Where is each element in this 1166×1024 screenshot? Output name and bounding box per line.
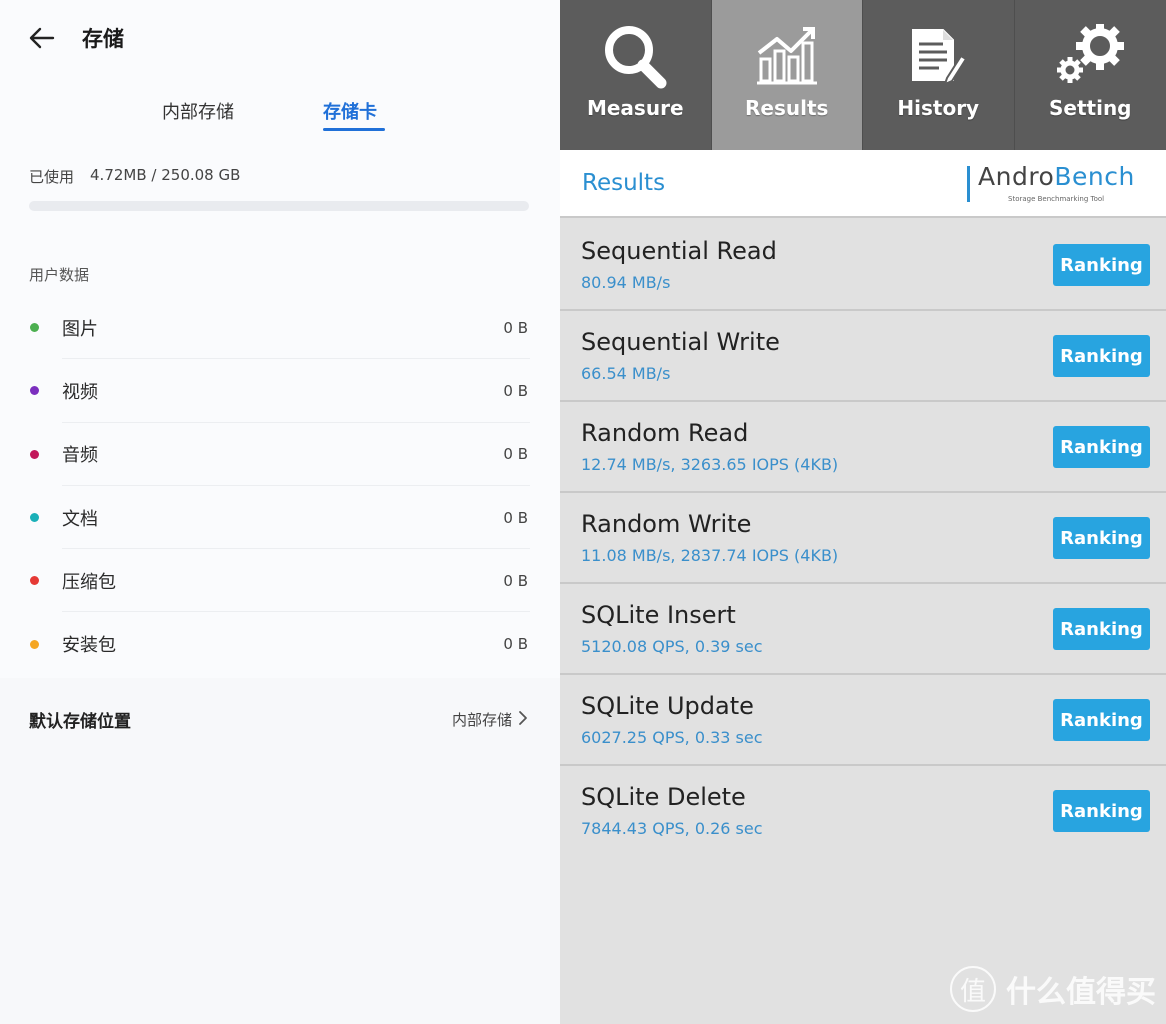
- result-name: SQLite Delete: [581, 783, 746, 811]
- ranking-button[interactable]: Ranking: [1053, 426, 1150, 468]
- result-row: SQLite Insert 5120.08 QPS, 0.39 sec Rankin…: [560, 584, 1166, 675]
- ranking-button[interactable]: Ranking: [1053, 790, 1150, 832]
- storage-panel: 存储 内部存储 存储卡 已使用 4.72MB / 250.08 GB 用户数据 …: [0, 0, 560, 1024]
- result-row: Random Read 12.74 MB/s, 3263.65 IOPS (4KB…: [560, 402, 1166, 493]
- category-item[interactable]: 文档 0 B: [0, 486, 560, 550]
- chevron-right-icon: [518, 710, 528, 730]
- usage-progress-bar: [29, 201, 529, 211]
- page-title: 存储: [82, 27, 124, 51]
- category-dot: [30, 639, 39, 649]
- androbench-logo: AndroBench Storage Benchmarking Tool: [964, 162, 1144, 206]
- category-label: 音频: [62, 445, 98, 467]
- usage-label: 已使用: [29, 168, 75, 186]
- logo-bar: [967, 166, 970, 202]
- category-item[interactable]: 压缩包 0 B: [0, 549, 560, 613]
- category-label: 视频: [62, 381, 98, 403]
- category-label: 文档: [62, 508, 98, 530]
- result-value: 66.54 MB/s: [581, 364, 671, 383]
- result-value: 6027.25 QPS, 0.33 sec: [581, 728, 763, 747]
- category-dot: [30, 323, 39, 333]
- measure-button[interactable]: Measure: [560, 0, 712, 150]
- watermark-logo: 值: [950, 966, 996, 1012]
- tab-internal-storage[interactable]: 内部存储: [162, 98, 234, 124]
- default-location-value: 内部存储: [451, 710, 512, 729]
- history-icon: [902, 22, 974, 90]
- category-dot: [30, 449, 39, 459]
- header: 存储: [28, 18, 124, 58]
- result-value: 11.08 MB/s, 2837.74 IOPS (4KB): [581, 546, 839, 565]
- result-row: SQLite Delete 7844.43 QPS, 0.26 sec Rankin…: [560, 766, 1166, 857]
- result-name: Random Write: [581, 510, 752, 538]
- result-row: Sequential Write 66.54 MB/s Ranking: [560, 311, 1166, 402]
- category-dot: [30, 386, 39, 396]
- result-name: SQLite Insert: [581, 601, 736, 629]
- category-item[interactable]: 视频 0 B: [0, 359, 560, 423]
- result-row: Random Write 11.08 MB/s, 2837.74 IOPS (4K…: [560, 493, 1166, 584]
- androbench-toolbar: Measure Results History Setting: [560, 0, 1166, 150]
- watermark-text: 什么值得买: [1006, 975, 1156, 1010]
- result-name: SQLite Update: [581, 692, 754, 720]
- category-dot: [30, 513, 39, 523]
- default-storage-location-row[interactable]: 默认存储位置 内部存储: [0, 690, 560, 748]
- category-size: 0 B: [503, 318, 528, 337]
- ranking-button[interactable]: Ranking: [1053, 608, 1150, 650]
- measure-label: Measure: [586, 96, 684, 120]
- ranking-button[interactable]: Ranking: [1053, 335, 1150, 377]
- chart-icon: [751, 22, 823, 90]
- history-button[interactable]: History: [863, 0, 1015, 150]
- result-name: Sequential Write: [581, 328, 780, 356]
- ranking-button[interactable]: Ranking: [1053, 699, 1150, 741]
- results-title: Results: [582, 170, 666, 196]
- storage-card: 存储 内部存储 存储卡 已使用 4.72MB / 250.08 GB 用户数据 …: [0, 0, 560, 678]
- results-button[interactable]: Results: [711, 0, 863, 150]
- gear-icon: [1054, 22, 1126, 90]
- ranking-button[interactable]: Ranking: [1053, 517, 1150, 559]
- category-size: 0 B: [503, 445, 528, 464]
- category-item[interactable]: 图片 0 B: [0, 296, 560, 360]
- result-name: Random Read: [581, 419, 749, 447]
- result-row: SQLite Update 6027.25 QPS, 0.33 sec Rankin…: [560, 675, 1166, 766]
- history-label: History: [897, 96, 980, 120]
- category-label: 安装包: [62, 635, 116, 657]
- category-item[interactable]: 安装包 0 B: [0, 612, 560, 675]
- logo-text: AndroBench: [978, 162, 1135, 191]
- usage-summary: 已使用 4.72MB / 250.08 GB: [29, 166, 240, 187]
- category-label: 图片: [62, 318, 98, 340]
- active-tab-indicator: [323, 128, 385, 131]
- result-value: 7844.43 QPS, 0.26 sec: [581, 819, 763, 838]
- category-label: 压缩包: [62, 571, 116, 593]
- logo-tagline: Storage Benchmarking Tool: [1008, 195, 1105, 203]
- result-list: Sequential Read 80.94 MB/s Ranking Sequenti…: [560, 220, 1166, 857]
- search-icon: [599, 22, 671, 90]
- result-value: 5120.08 QPS, 0.39 sec: [581, 637, 763, 656]
- category-size: 0 B: [503, 508, 528, 527]
- logo-suffix: Bench: [1054, 162, 1135, 191]
- storage-tabs: 内部存储 存储卡: [0, 90, 560, 140]
- result-value: 80.94 MB/s: [581, 273, 671, 292]
- usage-value: 4.72MB / 250.08 GB: [90, 166, 241, 184]
- category-dot: [30, 576, 39, 586]
- result-value: 12.74 MB/s, 3263.65 IOPS (4KB): [581, 455, 839, 474]
- watermark: 值 什么值得买: [950, 966, 1156, 1012]
- ranking-button[interactable]: Ranking: [1053, 244, 1150, 286]
- results-label: Results: [745, 96, 829, 120]
- category-size: 0 B: [503, 635, 528, 654]
- section-label-user-data: 用户数据: [29, 266, 90, 284]
- setting-button[interactable]: Setting: [1015, 0, 1166, 150]
- back-arrow-icon[interactable]: [28, 24, 56, 52]
- category-size: 0 B: [503, 381, 528, 400]
- tab-storage-card[interactable]: 存储卡: [323, 98, 377, 124]
- logo-prefix: Andro: [978, 162, 1055, 191]
- androbench-panel: Measure Results History Setting Results …: [560, 0, 1166, 1024]
- result-row: Sequential Read 80.94 MB/s Ranking: [560, 220, 1166, 311]
- category-list: 图片 0 B 视频 0 B 音频 0 B 文档 0 B 压缩包 0 B 安装包 0 B: [0, 296, 560, 676]
- setting-label: Setting: [1049, 96, 1132, 120]
- result-name: Sequential Read: [581, 237, 777, 265]
- category-item[interactable]: 音频 0 B: [0, 423, 560, 487]
- default-location-label: 默认存储位置: [29, 711, 131, 732]
- category-size: 0 B: [503, 571, 528, 590]
- results-header: Results AndroBench Storage Benchmarking …: [560, 150, 1166, 218]
